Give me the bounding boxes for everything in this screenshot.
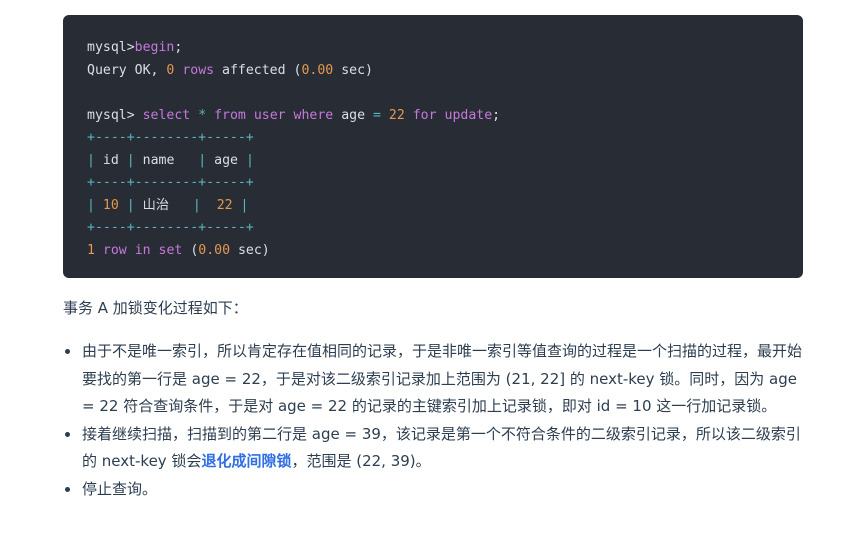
code-line-summary: 1 row in set (0.00 sec) (87, 242, 270, 258)
bullet-dot (65, 431, 70, 437)
bullet-dot (65, 486, 70, 492)
table-border-middle: +----+--------+-----+ (87, 175, 254, 190)
list-item: 停止查询。 (63, 476, 803, 504)
code-line-select: mysql> select * from user where age = 22… (87, 107, 501, 123)
code-block: mysql>begin; Query OK, 0 rows affected (… (63, 15, 803, 278)
intro-paragraph: 事务 A 加锁变化过程如下： (63, 299, 248, 317)
table-data-row: | 10 | 山治 | 22 | (87, 197, 249, 213)
bullet-dot (65, 349, 70, 354)
lock-steps-list: 由于不是唯一索引，所以肯定存在值相同的记录，于是非唯一索引等值查询的过程是一个扫… (63, 338, 803, 503)
code-line-query-ok: Query OK, 0 rows affected (0.00 sec) (87, 62, 373, 78)
list-item-text: 由于不是唯一索引，所以肯定存在值相同的记录，于是非唯一索引等值查询的过程是一个扫… (82, 342, 803, 415)
list-item-text-tail: ，范围是 (22, 39)。 (291, 452, 431, 470)
list-item: 由于不是唯一索引，所以肯定存在值相同的记录，于是非唯一索引等值查询的过程是一个扫… (63, 338, 803, 421)
table-border-top: +----+--------+-----+ (87, 130, 254, 145)
table-border-bottom: +----+--------+-----+ (87, 220, 254, 235)
highlight-gap-lock: 退化成间隙锁 (201, 452, 292, 470)
list-item-text: 接着继续扫描，扫描到的第二行是 age = 39，该记录是第一个不符合条件的二级… (82, 424, 801, 471)
table-header-row: | id | name | age | (87, 152, 254, 168)
code-line-begin: mysql>begin; (87, 40, 183, 55)
list-item: 接着继续扫描，扫描到的第二行是 age = 39，该记录是第一个不符合条件的二级… (63, 421, 803, 476)
list-item-text: 停止查询。 (82, 479, 158, 498)
